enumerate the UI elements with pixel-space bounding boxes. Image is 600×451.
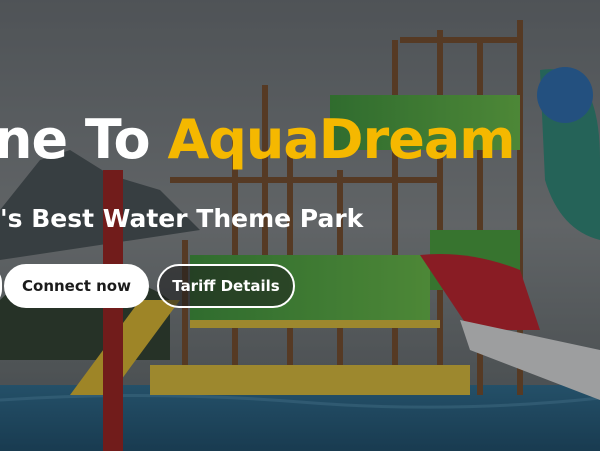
hero-section: ne To AquaDream 's Best Water Theme Park… [0, 0, 600, 451]
hero-title: ne To AquaDream [0, 104, 516, 176]
hero-subtitle: 's Best Water Theme Park [0, 204, 364, 233]
tariff-details-button[interactable]: Tariff Details [157, 264, 295, 308]
connect-now-button[interactable]: Connect now [4, 264, 149, 308]
brand-name: AquaDream [167, 108, 515, 171]
title-prefix: ne To [0, 108, 168, 171]
